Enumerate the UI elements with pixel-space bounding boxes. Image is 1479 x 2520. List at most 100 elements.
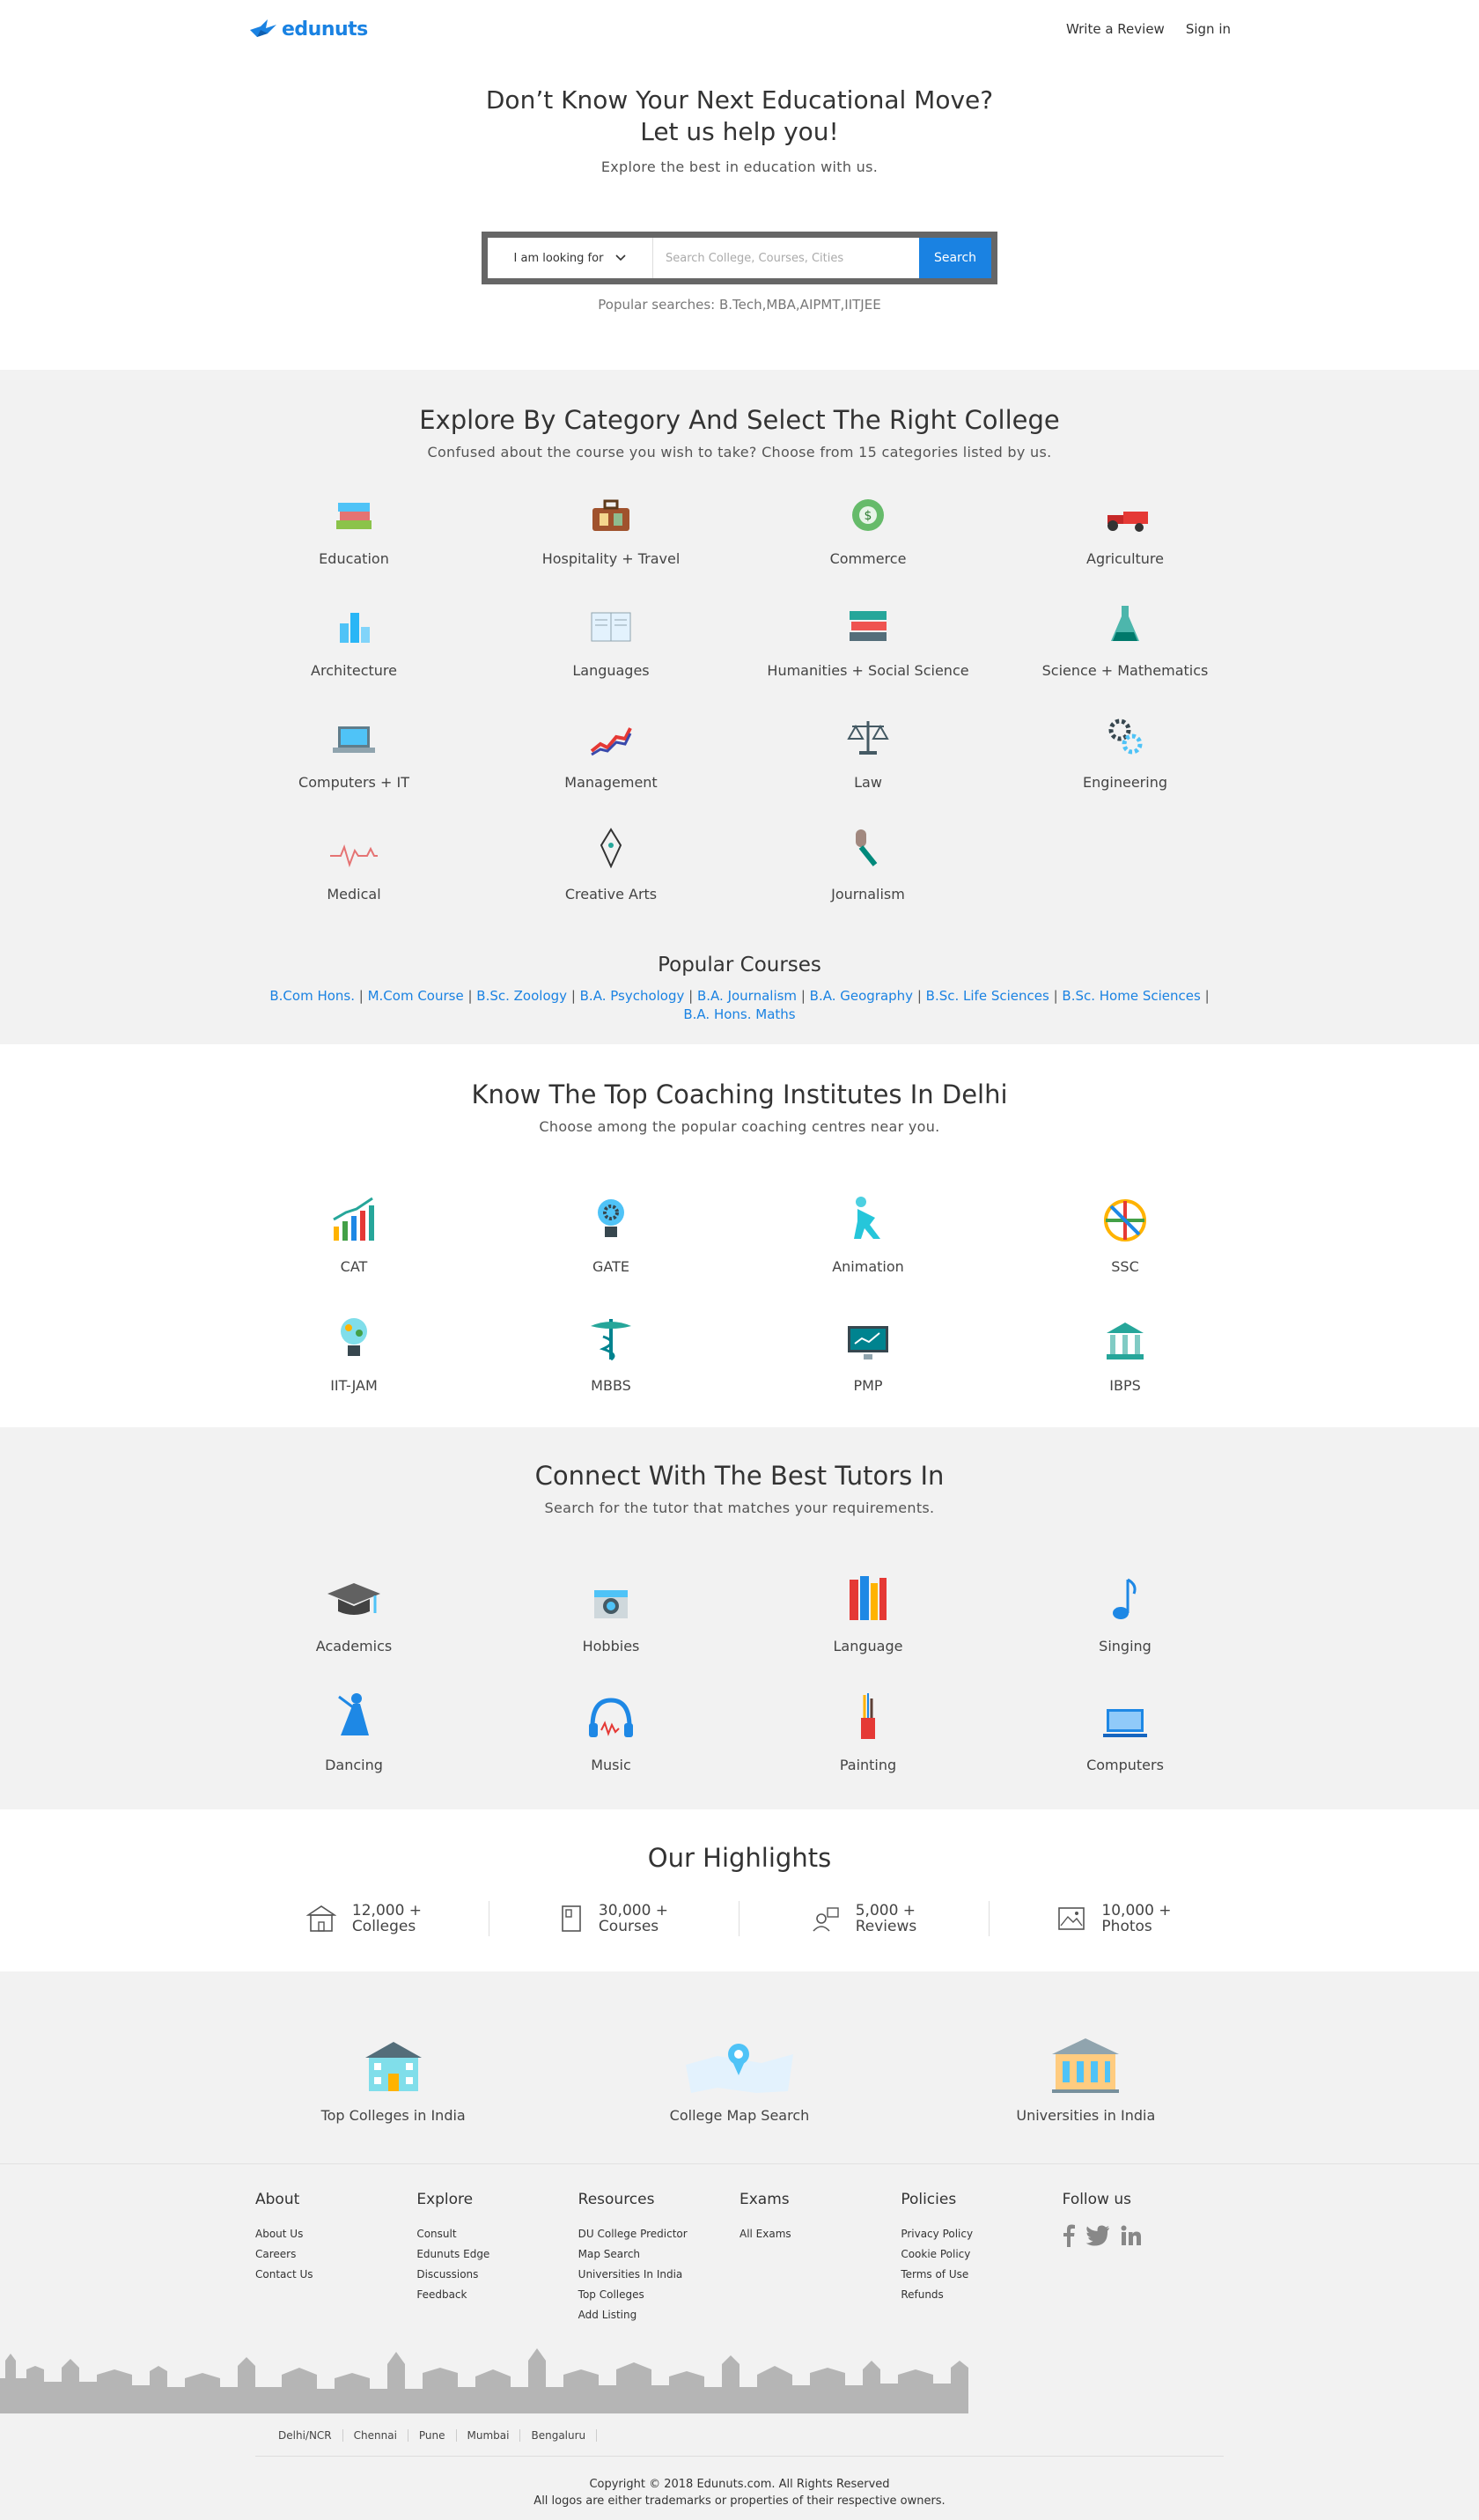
category-agriculture[interactable]: Agriculture xyxy=(997,487,1254,567)
coaching-title: Know The Top Coaching Institutes In Delh… xyxy=(471,1079,1008,1109)
tutor-singing[interactable]: Singing xyxy=(997,1569,1254,1654)
footer-exams: Exams All Exams xyxy=(740,2191,901,2325)
universities-link[interactable]: Universities in India xyxy=(953,2033,1218,2124)
tutor-hobbies[interactable]: Hobbies xyxy=(482,1569,740,1654)
coaching-ibps[interactable]: IBPS xyxy=(997,1308,1254,1394)
bank-icon xyxy=(1107,1323,1144,1359)
course-link[interactable]: B.Sc. Home Sciences xyxy=(1062,988,1200,1004)
highlights-title: Our Highlights xyxy=(647,1843,832,1873)
tutor-painting[interactable]: Painting xyxy=(740,1688,997,1773)
city-link[interactable]: Pune xyxy=(408,2429,457,2442)
hero-title: Don’t Know Your Next Educational Move? L… xyxy=(485,85,994,146)
footer-link[interactable]: Edunuts Edge xyxy=(416,2244,578,2265)
category-commerce[interactable]: $ Commerce xyxy=(740,487,997,567)
tutor-language[interactable]: Language xyxy=(740,1569,997,1654)
sign-in-link[interactable]: Sign in xyxy=(1186,21,1231,37)
footer-link[interactable]: Add Listing xyxy=(578,2305,740,2325)
category-hospitality[interactable]: Hospitality + Travel xyxy=(482,487,740,567)
course-link[interactable]: M.Com Course xyxy=(368,988,464,1004)
books-icon xyxy=(336,503,372,529)
coaching-pmp[interactable]: PMP xyxy=(740,1308,997,1394)
category-science[interactable]: Science + Mathematics xyxy=(997,599,1254,679)
category-medical[interactable]: Medical xyxy=(225,822,482,903)
quick-links-section: Top Colleges in India College Map Search… xyxy=(0,1971,1479,2163)
footer-link[interactable]: Consult xyxy=(416,2224,578,2244)
footer-link[interactable]: Feedback xyxy=(416,2285,578,2305)
coaching-iit-jam[interactable]: IIT-JAM xyxy=(225,1308,482,1394)
tutors-section: Connect With The Best Tutors In Search f… xyxy=(0,1427,1479,1809)
category-journalism[interactable]: Journalism xyxy=(740,822,997,903)
footer-link[interactable]: Top Colleges xyxy=(578,2285,740,2305)
logo[interactable]: edunuts xyxy=(248,18,368,41)
bar-chart-icon xyxy=(333,1197,374,1241)
tutor-music[interactable]: Music xyxy=(482,1688,740,1773)
search-button[interactable]: Search xyxy=(919,238,991,278)
category-subtitle: Confused about the course you wish to ta… xyxy=(427,444,1052,461)
footer-link[interactable]: Cookie Policy xyxy=(901,2244,1062,2265)
footer-link[interactable]: All Exams xyxy=(740,2224,901,2244)
coaching-gate[interactable]: GATE xyxy=(482,1190,740,1275)
city-link[interactable]: Delhi/NCR xyxy=(268,2429,343,2442)
category-languages[interactable]: Languages xyxy=(482,599,740,679)
wheel-icon xyxy=(1104,1199,1146,1242)
category-education[interactable]: Education xyxy=(225,487,482,567)
course-link[interactable]: B.Com Hons. xyxy=(269,988,355,1004)
footer-link[interactable]: DU College Predictor xyxy=(578,2224,740,2244)
course-link[interactable]: B.A. Psychology xyxy=(580,988,685,1004)
city-link[interactable]: Bengaluru xyxy=(520,2429,598,2442)
looking-for-select[interactable]: I am looking for xyxy=(488,238,653,278)
top-colleges-link[interactable]: Top Colleges in India xyxy=(261,2033,526,2124)
course-link[interactable]: B.A. Hons. Maths xyxy=(683,1006,795,1022)
linkedin-icon[interactable] xyxy=(1121,2225,1142,2246)
tutor-academics[interactable]: Academics xyxy=(225,1569,482,1654)
copyright: Copyright © 2018 Edunuts.com. All Rights… xyxy=(533,2478,946,2508)
footer-link[interactable]: Discussions xyxy=(416,2265,578,2285)
coaching-animation[interactable]: Animation xyxy=(740,1190,997,1275)
course-link[interactable]: B.A. Journalism xyxy=(697,988,797,1004)
coaching-cat[interactable]: CAT xyxy=(225,1190,482,1275)
search-input[interactable] xyxy=(653,238,919,278)
highlight-photos: 10,000 + Photos xyxy=(990,1901,1240,1936)
footer-link[interactable]: Terms of Use xyxy=(901,2265,1062,2285)
svg-text:$: $ xyxy=(865,509,872,523)
footer-link[interactable]: About Us xyxy=(255,2224,416,2244)
highlight-colleges: 12,000 + Colleges xyxy=(239,1901,489,1936)
tutor-dancing[interactable]: Dancing xyxy=(225,1688,482,1773)
document-icon xyxy=(562,1905,581,1932)
city-link[interactable]: Chennai xyxy=(343,2429,408,2442)
map-pin-icon xyxy=(685,2044,793,2093)
college-map-search-link[interactable]: College Map Search xyxy=(607,2033,872,2124)
facebook-icon[interactable] xyxy=(1063,2224,1075,2247)
write-review-link[interactable]: Write a Review xyxy=(1066,21,1165,37)
category-humanities[interactable]: Humanities + Social Science xyxy=(740,599,997,679)
footer-link[interactable]: Refunds xyxy=(901,2285,1062,2305)
footer-policies: Policies Privacy Policy Cookie Policy Te… xyxy=(901,2191,1062,2325)
footer-link[interactable]: Privacy Policy xyxy=(901,2224,1062,2244)
open-book-icon xyxy=(591,612,631,642)
city-links: Delhi/NCR Chennai Pune Mumbai Bengaluru xyxy=(255,2417,1224,2457)
category-management[interactable]: Management xyxy=(482,711,740,791)
tractor-icon xyxy=(1107,512,1148,532)
footer-link[interactable]: Universities In India xyxy=(578,2265,740,2285)
category-computers[interactable]: Computers + IT xyxy=(225,711,482,791)
coaching-mbbs[interactable]: MBBS xyxy=(482,1308,740,1394)
course-link[interactable]: B.A. Geography xyxy=(810,988,913,1004)
category-engineering[interactable]: Engineering xyxy=(997,711,1254,791)
course-link[interactable]: B.Sc. Zoology xyxy=(476,988,567,1004)
footer-link[interactable]: Map Search xyxy=(578,2244,740,2265)
city-skyline-image xyxy=(0,2348,968,2413)
review-icon xyxy=(813,1907,839,1932)
twitter-icon[interactable] xyxy=(1085,2225,1110,2246)
footer-link[interactable]: Careers xyxy=(255,2244,416,2265)
city-link[interactable]: Mumbai xyxy=(457,2429,521,2442)
category-architecture[interactable]: Architecture xyxy=(225,599,482,679)
photo-icon xyxy=(1058,1907,1085,1930)
course-link[interactable]: B.Sc. Life Sciences xyxy=(926,988,1049,1004)
footer-link[interactable]: Contact Us xyxy=(255,2265,416,2285)
category-law[interactable]: Law xyxy=(740,711,997,791)
coaching-ssc[interactable]: SSC xyxy=(997,1190,1254,1275)
popular-searches[interactable]: Popular searches: B.Tech,MBA,AIPMT,IITJE… xyxy=(0,297,1479,313)
category-creative-arts[interactable]: Creative Arts xyxy=(482,822,740,903)
category-section: Explore By Category And Select The Right… xyxy=(0,370,1479,1044)
tutor-computers[interactable]: Computers xyxy=(997,1688,1254,1773)
